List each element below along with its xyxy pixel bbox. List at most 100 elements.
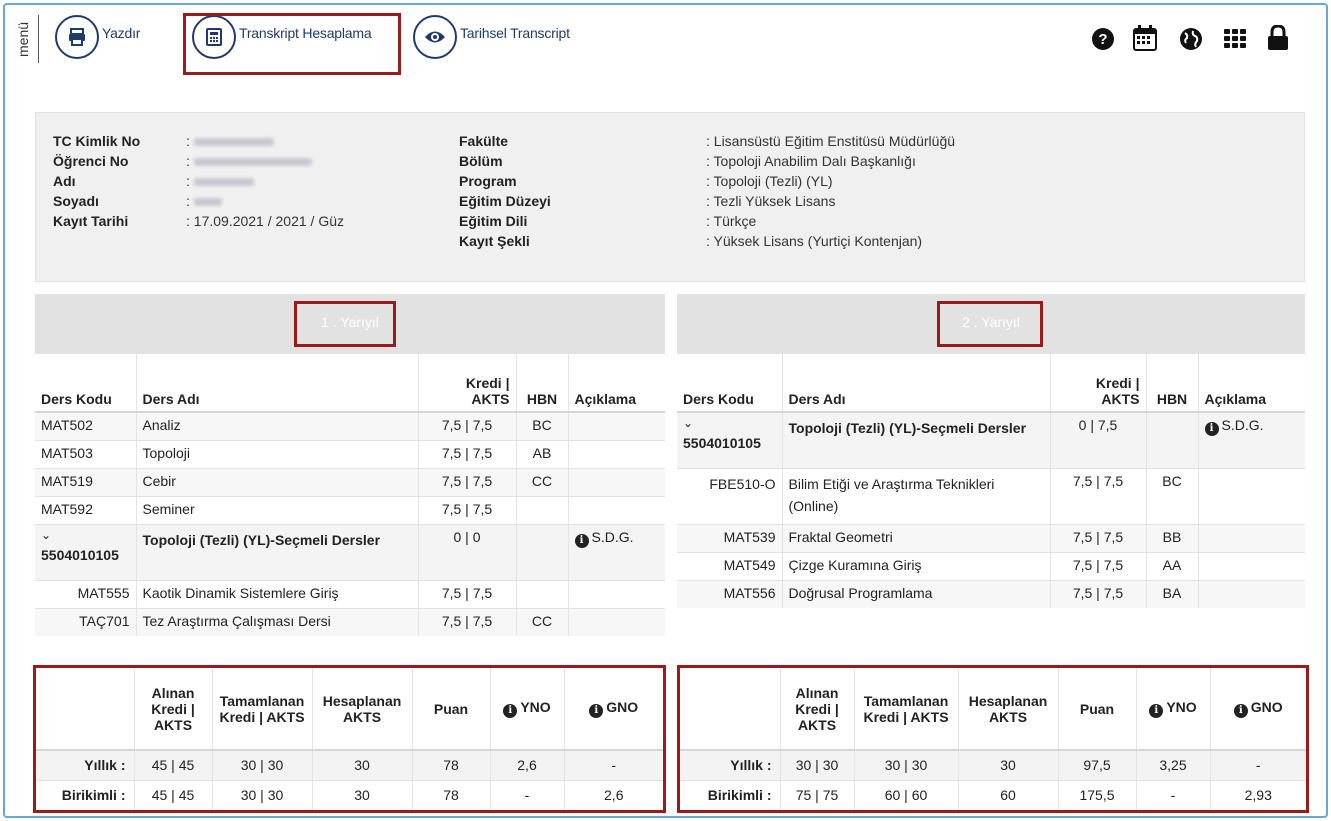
summary-cell: - xyxy=(1209,749,1306,780)
course-credit: 7,5 | 7,5 xyxy=(417,579,516,608)
info-label: Soyadı xyxy=(53,193,99,209)
redacted-value xyxy=(193,158,312,167)
summary-cell: 30 xyxy=(311,779,412,810)
info-icon[interactable]: i xyxy=(503,704,518,718)
historical-transcript-label: Tarihsel Transcript xyxy=(460,25,570,41)
table-row: FBE510-O Bilim Etiği ve Araştırma Teknik… xyxy=(677,467,1305,524)
row-label: Yıllık : xyxy=(680,749,780,780)
info-icon[interactable]: i xyxy=(1233,704,1248,718)
table-row: TAÇ701 Tez Araştırma Çalışması Dersi 7,5… xyxy=(35,607,665,636)
highlight-box xyxy=(937,301,1043,347)
course-grade: CC xyxy=(515,467,568,496)
col-header: HBN xyxy=(1145,354,1198,413)
course-code: MAT502 xyxy=(35,411,136,440)
summary-cell: 30 | 30 xyxy=(779,749,854,780)
info-icon[interactable]: i xyxy=(589,704,604,718)
info-value: : Türkçe xyxy=(706,213,757,229)
printer-icon xyxy=(55,15,99,59)
group-note: S.D.G. xyxy=(1221,417,1264,433)
course-code: MAT539 xyxy=(677,523,782,552)
lock-icon[interactable] xyxy=(1267,24,1289,54)
grid-icon[interactable] xyxy=(1223,27,1247,54)
course-note xyxy=(567,495,665,524)
info-label: Kayıt Tarihi xyxy=(53,213,129,229)
eye-icon xyxy=(413,15,457,59)
course-credit: 7,5 | 7,5 xyxy=(1049,579,1146,608)
course-grade xyxy=(515,495,568,524)
col-header: Açıklama xyxy=(567,354,665,413)
info-value: : xyxy=(186,173,190,189)
summary-cell: 78 xyxy=(411,779,490,810)
col-header: Puan xyxy=(1057,668,1136,751)
semester-2-summary: Alınan Kredi | AKTS Tamamlanan Kredi | A… xyxy=(677,665,1309,813)
table-row: MAT592 Seminer 7,5 | 7,5 xyxy=(35,495,665,524)
summary-cell: 30 xyxy=(311,749,412,780)
course-credit: 7,5 | 7,5 xyxy=(1049,467,1146,524)
course-grade xyxy=(515,579,568,608)
info-value: : Topoloji Anabilim Dalı Başkanlığı xyxy=(706,153,916,169)
elective-group-row[interactable]: ⌄ 5504010105 Topoloji (Tezli) (YL)-Seçmel… xyxy=(677,411,1305,468)
row-label: Birikimli : xyxy=(36,779,134,810)
summary-cell: - xyxy=(489,779,564,810)
summary-cell: 30 | 30 xyxy=(853,749,958,780)
course-name: Kaotik Dinamik Sistemlere Giriş xyxy=(135,579,418,608)
question-icon[interactable]: ? xyxy=(1091,27,1115,54)
group-credit: 0 | 0 xyxy=(417,523,516,580)
course-grade: BA xyxy=(1145,579,1198,608)
info-label: Eğitim Düzeyi xyxy=(459,193,551,209)
info-value: : Tezli Yüksek Lisans xyxy=(706,193,836,209)
table-row: MAT519 Cebir 7,5 | 7,5 CC xyxy=(35,467,665,496)
summary-cell: - xyxy=(563,749,663,780)
summary-cell: 60 xyxy=(957,779,1058,810)
info-label: Program xyxy=(459,173,517,189)
course-name: Çizge Kuramına Giriş xyxy=(781,551,1050,580)
course-code: MAT549 xyxy=(677,551,782,580)
course-table: Ders Kodu Ders Adı Kredi | AKTS HBN Açık… xyxy=(677,354,1305,608)
summary-table: Alınan Kredi | AKTS Tamamlanan Kredi | A… xyxy=(680,668,1306,810)
col-header: Kredi | AKTS xyxy=(1049,354,1146,413)
info-value: : xyxy=(186,193,190,209)
historical-transcript-button[interactable]: Tarihsel Transcript xyxy=(413,15,570,59)
elective-group-row[interactable]: ⌄ 5504010105 Topoloji (Tezli) (YL)-Seçmel… xyxy=(35,523,665,580)
summary-cell: 2,6 xyxy=(489,749,564,780)
col-header: Ders Kodu xyxy=(35,354,136,413)
info-icon[interactable]: i xyxy=(1149,704,1164,718)
course-code: MAT556 xyxy=(677,579,782,608)
course-code: MAT503 xyxy=(35,439,136,468)
col-header: Tamamlanan Kredi | AKTS xyxy=(211,668,312,751)
info-icon[interactable]: i xyxy=(1204,422,1219,436)
col-header: GNO xyxy=(1250,699,1283,715)
course-name: Fraktal Geometri xyxy=(781,523,1050,552)
calendar-icon[interactable] xyxy=(1133,25,1157,54)
print-label: Yazdır xyxy=(102,25,141,41)
semester-header: 2 . Yarıyıl xyxy=(677,294,1305,354)
svg-text:?: ? xyxy=(1098,31,1107,48)
course-name: Bilim Etiği ve Araştırma Teknikleri (Onl… xyxy=(781,467,1050,524)
group-name: Topoloji (Tezli) (YL)-Seçmeli Dersler xyxy=(135,523,418,580)
course-name: Doğrusal Programlama xyxy=(781,579,1050,608)
table-row: Yıllık : 45 | 45 30 | 30 30 78 2,6 - xyxy=(36,749,663,780)
summary-cell: 60 | 60 xyxy=(853,779,958,810)
info-value: : 17.09.2021 / 2021 / Güz xyxy=(186,213,345,229)
col-header: Alınan Kredi | AKTS xyxy=(133,668,212,751)
menu-toggle[interactable]: menü xyxy=(15,15,39,63)
course-credit: 7,5 | 7,5 xyxy=(417,495,516,524)
chevron-down-icon[interactable]: ⌄ xyxy=(41,529,130,541)
summary-table: Alınan Kredi | AKTS Tamamlanan Kredi | A… xyxy=(36,668,663,810)
globe-icon[interactable] xyxy=(1179,27,1203,54)
info-label: Adı xyxy=(53,173,76,189)
chevron-down-icon[interactable]: ⌄ xyxy=(683,417,776,429)
course-name: Analiz xyxy=(135,411,418,440)
semester-2-panel: 2 . Yarıyıl Ders Kodu Ders Adı Kredi | A… xyxy=(677,294,1305,608)
table-row: MAT556 Doğrusal Programlama 7,5 | 7,5 BA xyxy=(677,579,1305,608)
col-header: GNO xyxy=(606,699,639,715)
summary-cell: 2,6 xyxy=(563,779,663,810)
info-icon[interactable]: i xyxy=(574,533,589,548)
info-label: Kayıt Şekli xyxy=(459,233,530,249)
col-header: HBN xyxy=(515,354,568,413)
summary-cell: 30 xyxy=(957,749,1058,780)
table-row: MAT555 Kaotik Dinamik Sistemlere Giriş 7… xyxy=(35,579,665,608)
group-note: S.D.G. xyxy=(591,528,634,545)
redacted-value xyxy=(193,178,254,187)
print-button[interactable]: Yazdır xyxy=(55,15,140,59)
